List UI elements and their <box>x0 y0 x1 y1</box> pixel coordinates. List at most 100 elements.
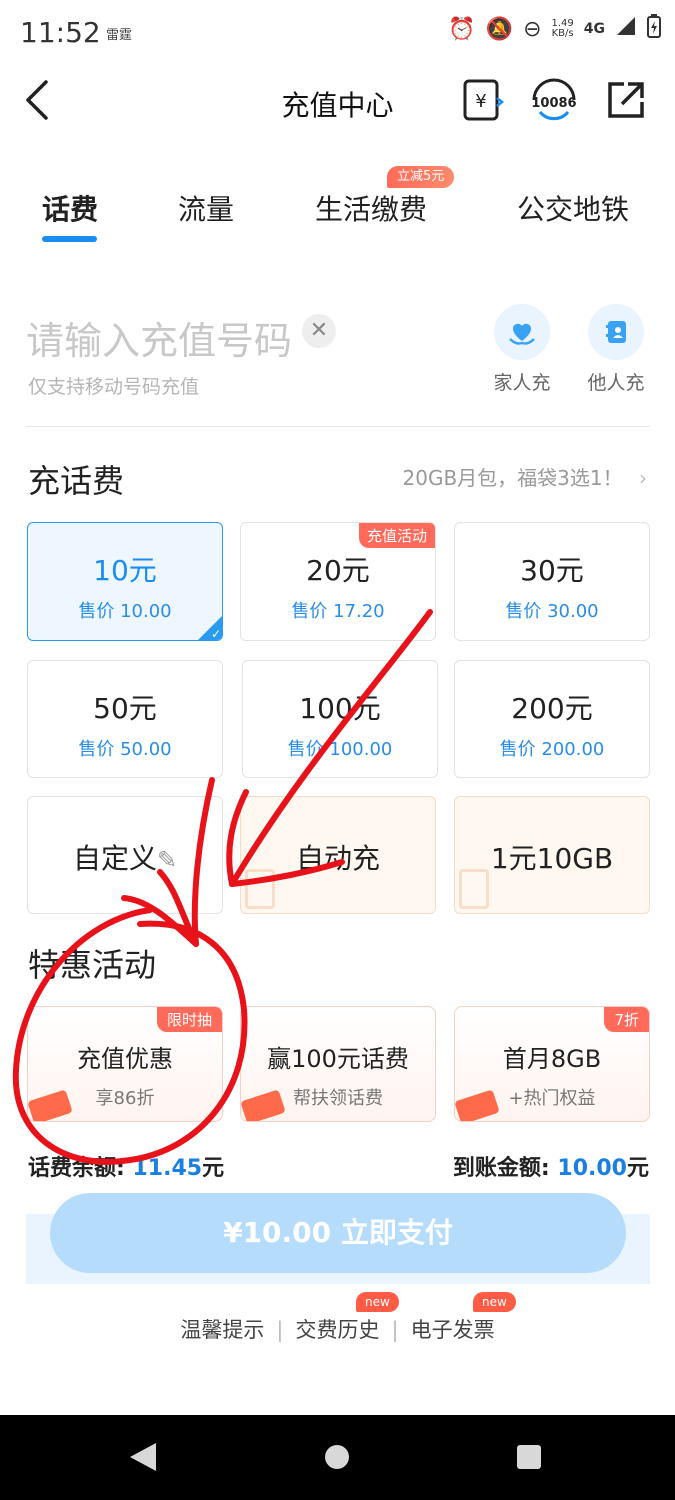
close-icon: ✕ <box>309 318 329 343</box>
clear-input-button[interactable]: ✕ <box>302 314 336 348</box>
nav-back-icon <box>130 1443 156 1471</box>
amount-label: 10元 <box>93 554 157 587</box>
amount-option-200[interactable]: 200元 售价 200.00 <box>454 660 650 778</box>
auto-recharge-option[interactable]: 自动充 <box>240 796 436 914</box>
share-button[interactable] <box>604 78 648 122</box>
activity-tag: 限时抽 <box>156 1007 222 1032</box>
signal-icon <box>615 15 637 43</box>
tab-data[interactable]: 流量 <box>178 188 234 228</box>
tab-transit[interactable]: 公交地铁 <box>517 188 629 228</box>
status-icons: ⏰ 🔕 ⊖ 1.49 KB/s 4G <box>448 14 661 44</box>
calendar-deco-icon <box>245 869 275 909</box>
link-separator: | <box>391 1318 399 1342</box>
arrive-label: 到账金额: <box>452 1156 558 1181</box>
activity-card-discount[interactable]: 限时抽 充值优惠 享86折 <box>27 1006 223 1122</box>
amount-option-100[interactable]: 100元 售价 100.00 <box>242 660 438 778</box>
promo-link[interactable]: 20GB月包，福袋3选1！ › <box>403 462 647 491</box>
amount-option-30[interactable]: 30元 售价 30.00 <box>454 522 650 641</box>
phone-hint: 仅支持移动号码充值 <box>28 376 200 398</box>
other-recharge-button[interactable]: 他人充 <box>576 304 656 395</box>
balance-label: 话费余额: <box>28 1156 133 1181</box>
phone-input[interactable]: 请输入充值号码 <box>26 310 292 365</box>
yuan-card-icon: ¥ <box>463 79 505 121</box>
custom-amount-option[interactable]: 自定义✎ <box>27 796 223 914</box>
family-recharge-label: 家人充 <box>493 372 551 394</box>
activity-tag: 充值活动 <box>358 523 435 548</box>
svg-text:10086: 10086 <box>531 96 576 111</box>
phone-input-area: 请输入充值号码 ✕ 仅支持移动号码充值 家人充 他人充 <box>0 300 675 428</box>
family-heart-icon <box>494 304 550 360</box>
balance-summary: 话费余额: 11.45元 <box>28 1150 224 1182</box>
calendar-deco-icon <box>459 869 489 909</box>
amount-label: 自定义✎ <box>28 837 222 877</box>
price-label: 售价 200.00 <box>499 739 605 760</box>
alarm-icon: ⏰ <box>448 16 476 42</box>
arrive-unit: 元 <box>626 1156 649 1181</box>
amount-label: 50元 <box>93 692 157 725</box>
status-time: 11:52 <box>20 16 101 49</box>
amount-label: 30元 <box>520 554 584 587</box>
price-label: 售价 100.00 <box>287 739 393 760</box>
custom-label: 自定义 <box>72 842 157 875</box>
nav-home-icon <box>325 1445 349 1469</box>
headset-icon: 10086 <box>531 78 577 121</box>
other-recharge-label: 他人充 <box>587 372 645 394</box>
network-speed: 1.49 KB/s <box>551 18 574 39</box>
amount-option-20[interactable]: 充值活动 20元 售价 17.20 <box>240 522 436 641</box>
new-badge: new <box>356 1292 399 1312</box>
activity-card-win-credit[interactable]: 赢100元话费 帮扶领话费 <box>240 1006 436 1122</box>
activity-title: 赢100元话费 <box>267 1045 409 1073</box>
promo-link-text: 20GB月包，福袋3选1！ <box>402 466 623 490</box>
category-tabs: 话费 流量 生活缴费 公交地铁 <box>0 170 675 250</box>
share-icon <box>608 82 644 118</box>
dnd-icon: ⊖ <box>523 16 542 42</box>
customer-service-button[interactable]: 10086 <box>528 78 580 122</box>
wallet-button[interactable]: ¥ <box>460 78 505 122</box>
amount-option-50[interactable]: 50元 售价 50.00 <box>27 660 223 778</box>
active-tab-indicator <box>42 236 97 242</box>
footer-links: 温馨提示 | 交费历史 | 电子发票 <box>0 1314 675 1344</box>
price-label: 售价 10.00 <box>78 601 172 622</box>
mute-icon: 🔕 <box>485 16 514 42</box>
pay-now-button[interactable]: ¥10.00 立即支付 <box>50 1193 626 1273</box>
data-package-option[interactable]: 1元10GB <box>454 796 650 914</box>
activity-card-first-month[interactable]: 7折 首月8GB +热门权益 <box>454 1006 650 1122</box>
svg-text:¥: ¥ <box>475 91 486 112</box>
new-badge: new <box>473 1292 516 1312</box>
special-section-title: 特惠活动 <box>28 946 157 984</box>
nav-recent-icon <box>517 1445 541 1469</box>
network-type: 4G <box>583 21 605 37</box>
tab-phone-bill[interactable]: 话费 <box>42 188 98 228</box>
amount-label: 200元 <box>511 692 593 725</box>
tab-discount-badge: 立减5元 <box>387 166 455 188</box>
invoice-link[interactable]: 电子发票 <box>411 1318 495 1342</box>
amount-option-10[interactable]: 10元 售价 10.00 ✓ <box>27 522 223 641</box>
status-bar: 11:52 雷霆 ⏰ 🔕 ⊖ 1.49 KB/s 4G <box>0 0 675 64</box>
price-label: 售价 30.00 <box>505 601 599 622</box>
battery-icon <box>647 14 661 44</box>
price-label: 售价 50.00 <box>78 739 172 760</box>
balance-unit: 元 <box>202 1156 225 1181</box>
activity-tag: 7折 <box>604 1007 649 1032</box>
arrival-summary: 到账金额: 10.00元 <box>453 1150 649 1182</box>
nav-header: 充值中心 ¥ 10086 <box>0 64 675 144</box>
link-separator: | <box>276 1318 284 1342</box>
divider <box>26 426 650 427</box>
history-link[interactable]: 交费历史 <box>296 1318 380 1342</box>
activity-title: 首月8GB <box>502 1045 602 1073</box>
system-nav-bar <box>0 1415 675 1500</box>
arrive-value: 10.00 <box>557 1156 627 1181</box>
balance-value: 11.45 <box>132 1156 203 1181</box>
amount-label: 100元 <box>299 692 381 725</box>
activity-title: 充值优惠 <box>77 1045 173 1073</box>
family-recharge-button[interactable]: 家人充 <box>482 304 562 395</box>
contact-book-icon <box>588 304 644 360</box>
pencil-icon: ✎ <box>156 846 178 874</box>
tab-life-payment[interactable]: 生活缴费 <box>315 188 427 228</box>
status-carrier: 雷霆 <box>106 28 133 43</box>
tips-link[interactable]: 温馨提示 <box>180 1318 264 1342</box>
price-label: 售价 17.20 <box>291 601 385 622</box>
chevron-right-icon: › <box>639 466 647 490</box>
recharge-section-title: 充话费 <box>28 462 125 500</box>
amount-label: 20元 <box>306 554 370 587</box>
